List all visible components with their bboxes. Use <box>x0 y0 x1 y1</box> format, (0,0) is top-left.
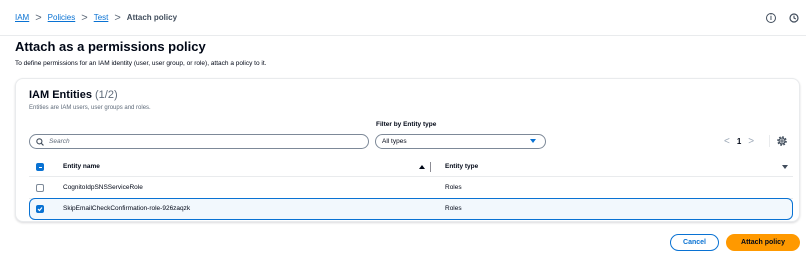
breadcrumb-iam-link[interactable]: IAM <box>15 13 29 22</box>
search-input[interactable] <box>49 138 349 145</box>
breadcrumb-current: Attach policy <box>126 13 178 22</box>
column-resizer[interactable] <box>430 162 431 172</box>
entity-name-cell: SkipEmailCheckConfirmation-role-926zaqzk <box>63 205 191 212</box>
entity-type-select[interactable]: All types <box>375 134 546 149</box>
clock-icon[interactable] <box>789 13 799 23</box>
info-icon[interactable]: i <box>766 13 776 23</box>
breadcrumb-policies-link[interactable]: Policies <box>48 13 76 22</box>
column-header-entity-type[interactable]: Entity type <box>445 163 478 170</box>
attach-policy-button[interactable]: Attach policy <box>726 234 800 251</box>
breadcrumb-separator: > <box>114 11 121 24</box>
entity-name-cell: CognitoIdpSNSServiceRole <box>63 184 143 191</box>
sort-ascending-icon[interactable] <box>419 165 425 169</box>
selection-count: (1/2) <box>95 89 118 101</box>
iam-entities-panel: IAM Entities (1/2) Entities are IAM user… <box>15 78 800 222</box>
top-bar: IAM > Policies > Test > Attach policy i <box>0 0 806 36</box>
table-row[interactable]: CognitoIdpSNSServiceRole Roles <box>29 177 793 199</box>
column-header-entity-name[interactable]: Entity name <box>63 163 100 170</box>
breadcrumb-test-link[interactable]: Test <box>94 13 109 22</box>
caret-down-icon <box>530 139 536 143</box>
search-box[interactable] <box>29 134 369 149</box>
next-page-button[interactable]: > <box>748 136 754 146</box>
pagination: < 1 > <box>724 136 754 146</box>
previous-page-button[interactable]: < <box>724 136 730 146</box>
entity-type-selected: All types <box>382 138 407 145</box>
page-title: Attach as a permissions policy <box>15 39 206 54</box>
entity-type-cell: Roles <box>445 205 462 212</box>
gear-icon[interactable] <box>776 135 788 147</box>
filter-label: Filter by Entity type <box>376 121 437 128</box>
row-checkbox-checked[interactable] <box>36 205 44 213</box>
panel-title: IAM Entities (1/2) <box>29 89 118 101</box>
breadcrumb-separator: > <box>35 11 42 24</box>
pagination-divider <box>769 135 770 147</box>
sort-descending-icon[interactable] <box>782 165 788 169</box>
entity-type-cell: Roles <box>445 184 462 191</box>
breadcrumb-separator: > <box>81 11 88 24</box>
panel-description: Entities are IAM users, user groups and … <box>29 105 151 111</box>
search-icon <box>36 137 44 146</box>
select-all-checkbox[interactable] <box>36 163 44 171</box>
panel-title-text: IAM Entities <box>29 89 92 101</box>
row-checkbox[interactable] <box>36 184 44 192</box>
cancel-button[interactable]: Cancel <box>670 234 719 251</box>
current-page-number[interactable]: 1 <box>737 137 741 146</box>
table-header: Entity name Entity type <box>29 157 793 177</box>
breadcrumb: IAM > Policies > Test > Attach policy <box>15 11 178 24</box>
table-row-selected[interactable]: SkipEmailCheckConfirmation-role-926zaqzk… <box>29 198 793 220</box>
page-description: To define permissions for an IAM identit… <box>15 60 267 67</box>
checkmark-icon <box>37 207 43 212</box>
